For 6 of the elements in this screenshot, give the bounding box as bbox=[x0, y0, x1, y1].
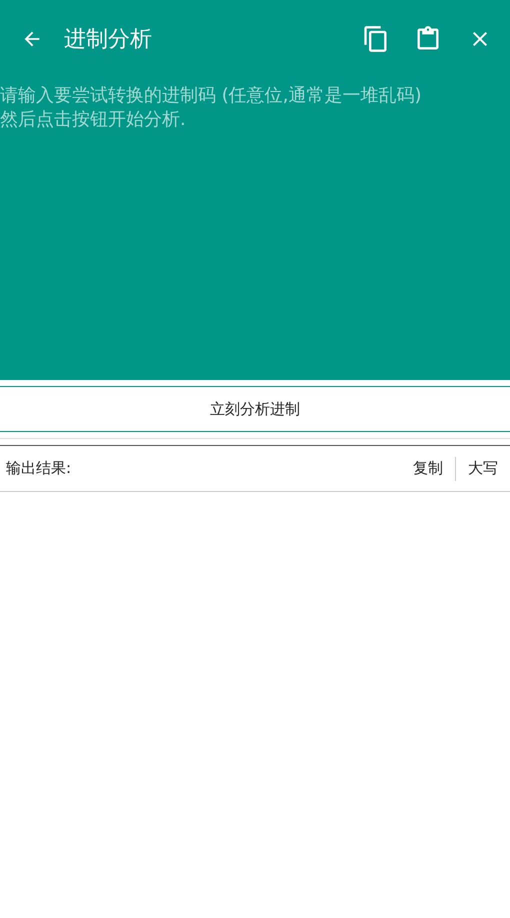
code-input-field[interactable]: 请输入要尝试转换的进制码 (任意位,通常是一堆乱码) 然后点击按钮开始分析. bbox=[0, 78, 510, 380]
screen-title: 进制分析 bbox=[64, 26, 153, 54]
output-action-button[interactable]: 大写 bbox=[462, 455, 504, 482]
output-action-button[interactable]: 复制 bbox=[407, 455, 449, 482]
output-label: 输出结果: bbox=[6, 459, 72, 478]
analyze-button[interactable]: 立刻分析进制 bbox=[0, 386, 510, 432]
